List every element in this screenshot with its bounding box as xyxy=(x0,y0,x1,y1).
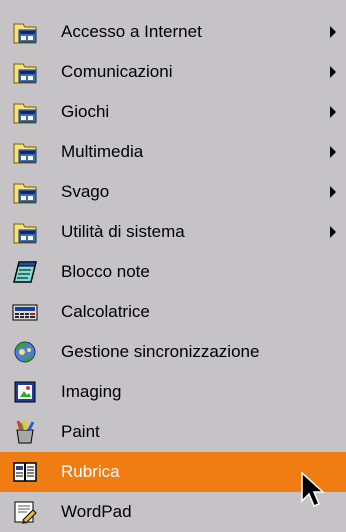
synchronize-icon xyxy=(14,341,36,363)
program-folder-icon xyxy=(13,63,37,84)
wordpad-icon xyxy=(14,501,37,524)
menu-item-label: Svago xyxy=(61,182,110,201)
menu-item-rubrica[interactable]: Rubrica xyxy=(0,452,346,492)
menu-item-utilita-sistema[interactable]: Utilità di sistema xyxy=(0,212,346,252)
menu-item-multimedia[interactable]: Multimedia xyxy=(0,132,346,172)
mouse-cursor-icon xyxy=(301,471,325,507)
menu-item-blocco-note[interactable]: Blocco note xyxy=(0,252,346,292)
menu-item-wordpad[interactable]: WordPad xyxy=(0,492,346,532)
menu-item-label: Imaging xyxy=(61,382,122,401)
menu-item-label: Accesso a Internet xyxy=(61,22,202,41)
menu-item-svago[interactable]: Svago xyxy=(0,172,346,212)
menu-item-gestione-sincronizzazione[interactable]: Gestione sincronizzazione xyxy=(0,332,346,372)
menu-item-label: Paint xyxy=(61,422,100,441)
menu-item-comunicazioni[interactable]: Comunicazioni xyxy=(0,52,346,92)
program-folder-icon xyxy=(13,223,37,244)
menu-item-imaging[interactable]: Imaging xyxy=(0,372,346,412)
submenu-arrow-icon xyxy=(330,106,336,118)
menu-item-giochi[interactable]: Giochi xyxy=(0,92,346,132)
submenu-arrow-icon xyxy=(330,186,336,198)
programs-menu: Accesso a Internet Comunicazioni Giochi xyxy=(0,0,346,524)
program-folder-icon xyxy=(13,103,37,124)
menu-item-paint[interactable]: Paint xyxy=(0,412,346,452)
menu-item-label: Utilità di sistema xyxy=(61,222,185,241)
menu-item-label: Gestione sincronizzazione xyxy=(61,342,260,361)
menu-item-label: Giochi xyxy=(61,102,110,121)
program-folder-icon xyxy=(13,143,37,164)
paint-icon xyxy=(16,420,35,444)
menu-item-label: Multimedia xyxy=(61,142,144,161)
imaging-icon xyxy=(14,381,36,403)
submenu-arrow-icon xyxy=(330,66,336,78)
menu-item-accesso-internet[interactable]: Accesso a Internet xyxy=(0,12,346,52)
menu-item-label: Blocco note xyxy=(61,262,150,281)
menu-item-label: WordPad xyxy=(61,502,132,521)
notepad-icon xyxy=(13,261,37,283)
menu-item-label: Calcolatrice xyxy=(61,302,150,321)
program-folder-icon xyxy=(13,183,37,204)
calculator-icon xyxy=(12,304,38,321)
submenu-arrow-icon xyxy=(330,226,336,238)
menu-item-label: Rubrica xyxy=(61,462,120,481)
address-book-icon xyxy=(13,462,37,482)
submenu-arrow-icon xyxy=(330,146,336,158)
program-folder-icon xyxy=(13,23,37,44)
menu-item-calcolatrice[interactable]: Calcolatrice xyxy=(0,292,346,332)
menu-item-label: Comunicazioni xyxy=(61,62,173,81)
submenu-arrow-icon xyxy=(330,26,336,38)
